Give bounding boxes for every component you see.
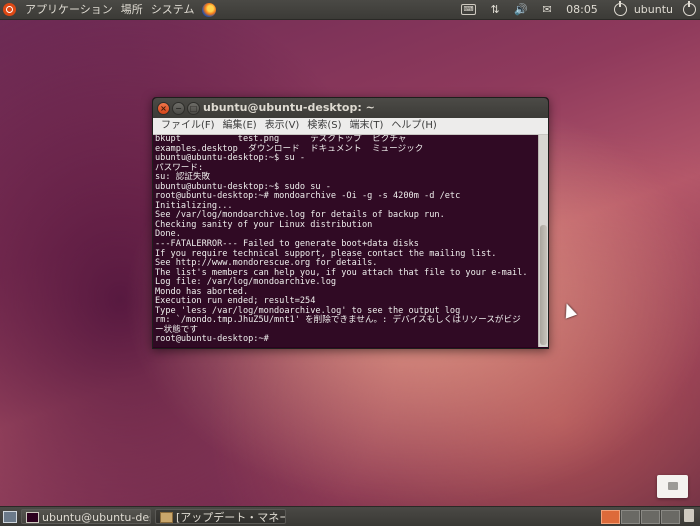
- system-menu[interactable]: システム: [147, 0, 199, 19]
- window-title: ubuntu@ubuntu-desktop: ~: [203, 101, 375, 114]
- taskbar-item-label: ubuntu@ubuntu-des...: [42, 511, 150, 524]
- terminal-line: rm: `/mondo.tmp.JhuZ5U/mnt1' を削除できません。: …: [155, 315, 521, 326]
- taskbar-item-update-manager[interactable]: [アップデート・マネー...: [155, 509, 286, 524]
- menu-search[interactable]: 検索(S): [303, 118, 345, 134]
- package-icon: [160, 512, 173, 523]
- terminal-prompt: root@ubuntu-desktop:~#: [155, 334, 269, 345]
- menu-view[interactable]: 表示(V): [261, 118, 304, 134]
- taskbar-item-label: [アップデート・マネー...: [176, 511, 285, 524]
- workspace-2[interactable]: [621, 510, 640, 524]
- keyboard-icon[interactable]: ⌨: [461, 4, 477, 15]
- menu-edit[interactable]: 編集(E): [219, 118, 261, 134]
- workspace-4[interactable]: [661, 510, 680, 524]
- user-status-icon[interactable]: [613, 1, 627, 16]
- notification-icon[interactable]: [657, 475, 688, 498]
- terminal-icon: [26, 512, 39, 523]
- maximize-button[interactable]: □: [187, 102, 200, 115]
- clock[interactable]: 08:05: [566, 0, 598, 19]
- volume-icon[interactable]: 🔊: [514, 3, 528, 16]
- mouse-pointer-icon: [560, 301, 578, 319]
- workspace-3[interactable]: [641, 510, 660, 524]
- ubuntu-logo-icon[interactable]: [3, 3, 16, 16]
- show-desktop-icon[interactable]: [3, 511, 17, 523]
- terminal-scrollbar[interactable]: [538, 135, 548, 347]
- bottom-panel: ubuntu@ubuntu-des... [アップデート・マネー...: [0, 506, 700, 526]
- taskbar-item-terminal[interactable]: ubuntu@ubuntu-des...: [21, 509, 151, 524]
- menu-file[interactable]: ファイル(F): [157, 118, 219, 134]
- applications-menu[interactable]: アプリケーション: [21, 0, 117, 19]
- terminal-menubar: ファイル(F) 編集(E) 表示(V) 検索(S) 端末(T) ヘルプ(H): [153, 118, 548, 135]
- window-titlebar[interactable]: × − □ ubuntu@ubuntu-desktop: ~: [153, 98, 548, 118]
- menu-terminal[interactable]: 端末(T): [346, 118, 388, 134]
- menu-help[interactable]: ヘルプ(H): [387, 118, 440, 134]
- minimize-button[interactable]: −: [172, 102, 185, 115]
- terminal-line: ubuntu@ubuntu-desktop:~$ su -: [155, 153, 306, 164]
- workspace-1[interactable]: [601, 510, 620, 524]
- terminal-line: Checking sanity of your Linux distributi…: [155, 219, 373, 230]
- top-panel: アプリケーション 場所 システム ⌨ ⇅ 🔊 ✉ 08:05 ubuntu: [0, 0, 700, 20]
- close-button[interactable]: ×: [157, 102, 170, 115]
- network-icon[interactable]: ⇅: [488, 3, 502, 16]
- scrollbar-thumb[interactable]: [540, 225, 547, 345]
- power-icon[interactable]: [683, 1, 696, 16]
- mail-icon[interactable]: ✉: [540, 3, 554, 16]
- trash-icon[interactable]: [684, 509, 694, 522]
- terminal-window[interactable]: × − □ ubuntu@ubuntu-desktop: ~ ファイル(F) 編…: [152, 97, 549, 349]
- terminal-line: パスワード:: [155, 162, 204, 173]
- user-menu[interactable]: ubuntu: [630, 0, 677, 19]
- terminal-output[interactable]: bkupt test.png デスクトップ ピクチャ examples.desk…: [153, 135, 539, 347]
- firefox-icon[interactable]: [202, 2, 217, 17]
- places-menu[interactable]: 場所: [117, 0, 147, 19]
